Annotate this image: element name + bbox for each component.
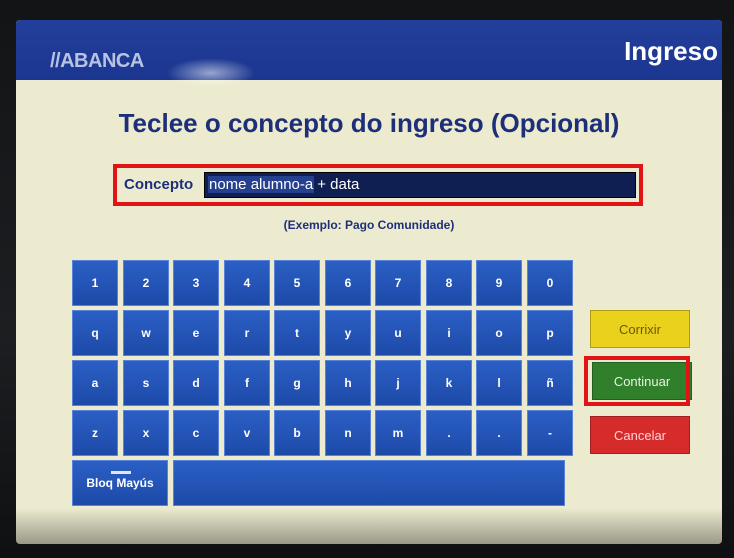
key-row3-4[interactable]: g bbox=[274, 360, 320, 406]
brand-logo: //ABANCA bbox=[50, 50, 144, 72]
key-row1-7[interactable]: 8 bbox=[426, 260, 472, 306]
key-row2-9[interactable]: p bbox=[527, 310, 573, 356]
key-row4-1[interactable]: x bbox=[123, 410, 169, 456]
key-row1-5[interactable]: 6 bbox=[325, 260, 371, 306]
key-row3-5[interactable]: h bbox=[325, 360, 371, 406]
caps-lock-key[interactable]: Bloq Mayús bbox=[72, 460, 168, 506]
cancelar-button[interactable]: Cancelar bbox=[590, 416, 690, 454]
key-row2-7[interactable]: i bbox=[426, 310, 472, 356]
screen-shadow bbox=[16, 508, 722, 544]
key-row1-4[interactable]: 5 bbox=[274, 260, 320, 306]
key-row2-6[interactable]: u bbox=[375, 310, 421, 356]
key-row4-0[interactable]: z bbox=[72, 410, 118, 456]
key-row1-3[interactable]: 4 bbox=[224, 260, 270, 306]
key-row3-2[interactable]: d bbox=[173, 360, 219, 406]
key-row4-5[interactable]: n bbox=[325, 410, 371, 456]
key-row1-0[interactable]: 1 bbox=[72, 260, 118, 306]
key-row4-7[interactable]: . bbox=[426, 410, 472, 456]
key-row4-3[interactable]: v bbox=[224, 410, 270, 456]
key-row4-9[interactable]: - bbox=[527, 410, 573, 456]
key-row1-1[interactable]: 2 bbox=[123, 260, 169, 306]
key-row2-4[interactable]: t bbox=[274, 310, 320, 356]
key-row3-7[interactable]: k bbox=[426, 360, 472, 406]
key-row2-8[interactable]: o bbox=[476, 310, 522, 356]
space-key[interactable] bbox=[173, 460, 565, 506]
key-row3-1[interactable]: s bbox=[123, 360, 169, 406]
key-row2-5[interactable]: y bbox=[325, 310, 371, 356]
corrixir-button[interactable]: Corrixir bbox=[590, 310, 690, 348]
key-row2-1[interactable]: w bbox=[123, 310, 169, 356]
key-row3-8[interactable]: l bbox=[476, 360, 522, 406]
key-row1-2[interactable]: 3 bbox=[173, 260, 219, 306]
page-title: Teclee o concepto do ingreso (Opcional) bbox=[118, 108, 620, 138]
key-row2-2[interactable]: e bbox=[173, 310, 219, 356]
key-row3-0[interactable]: a bbox=[72, 360, 118, 406]
key-row2-0[interactable]: q bbox=[72, 310, 118, 356]
example-hint: (Exemplo: Pago Comunidade) bbox=[283, 218, 455, 232]
key-row3-3[interactable]: f bbox=[224, 360, 270, 406]
continuar-highlight-box bbox=[584, 356, 690, 406]
caps-lock-label: Bloq Mayús bbox=[86, 476, 154, 490]
key-row1-8[interactable]: 9 bbox=[476, 260, 522, 306]
key-row3-6[interactable]: j bbox=[375, 360, 421, 406]
key-row2-3[interactable]: r bbox=[224, 310, 270, 356]
key-row1-6[interactable]: 7 bbox=[375, 260, 421, 306]
key-row4-2[interactable]: c bbox=[173, 410, 219, 456]
key-row4-8[interactable]: . bbox=[476, 410, 522, 456]
screen-glare bbox=[166, 58, 256, 88]
key-row4-4[interactable]: b bbox=[274, 410, 320, 456]
section-title: Ingreso bbox=[624, 36, 718, 66]
key-row1-9[interactable]: 0 bbox=[527, 260, 573, 306]
key-row4-6[interactable]: m bbox=[375, 410, 421, 456]
concept-highlight-box bbox=[113, 164, 643, 206]
key-row3-9[interactable]: ñ bbox=[527, 360, 573, 406]
caps-indicator-icon bbox=[111, 471, 131, 474]
atm-screen: //ABANCA Ingreso Teclee o concepto do in… bbox=[16, 20, 722, 544]
header-bar: //ABANCA Ingreso bbox=[16, 20, 722, 88]
onscreen-keyboard: 1234567890qwertyuiopasdfghjklñzxcvbnm..-… bbox=[72, 260, 576, 508]
